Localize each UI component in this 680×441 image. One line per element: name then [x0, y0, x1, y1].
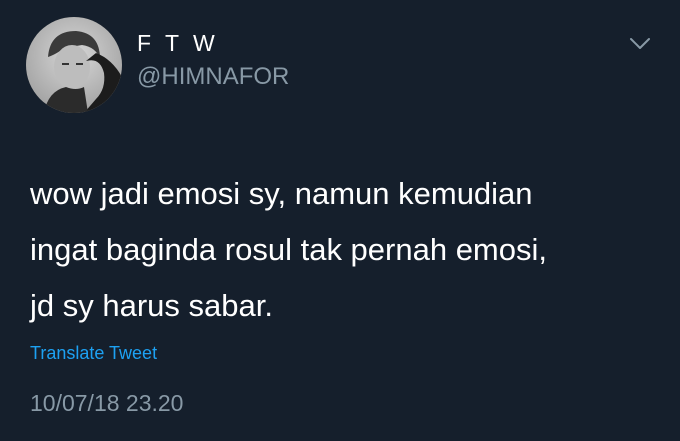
user-handle[interactable]: @HIMNAFOR	[137, 63, 289, 91]
tweet-timestamp[interactable]: 10/07/18 23.20	[30, 390, 183, 417]
chevron-down-icon[interactable]	[628, 36, 652, 52]
tweet-text: wow jadi emosi sy, namun kemudian ingat …	[30, 166, 660, 334]
tweet-text-line: wow jadi emosi sy, namun kemudian	[30, 176, 533, 211]
tweet-text-line: jd sy harus sabar.	[30, 288, 273, 323]
tweet-card: F T W @HIMNAFOR wow jadi emosi sy, namun…	[0, 0, 680, 441]
translate-tweet-link[interactable]: Translate Tweet	[30, 343, 157, 364]
avatar-photo	[26, 17, 122, 113]
display-name[interactable]: F T W	[137, 30, 219, 57]
avatar[interactable]	[26, 17, 122, 113]
tweet-text-line: ingat baginda rosul tak pernah emosi,	[30, 232, 547, 267]
